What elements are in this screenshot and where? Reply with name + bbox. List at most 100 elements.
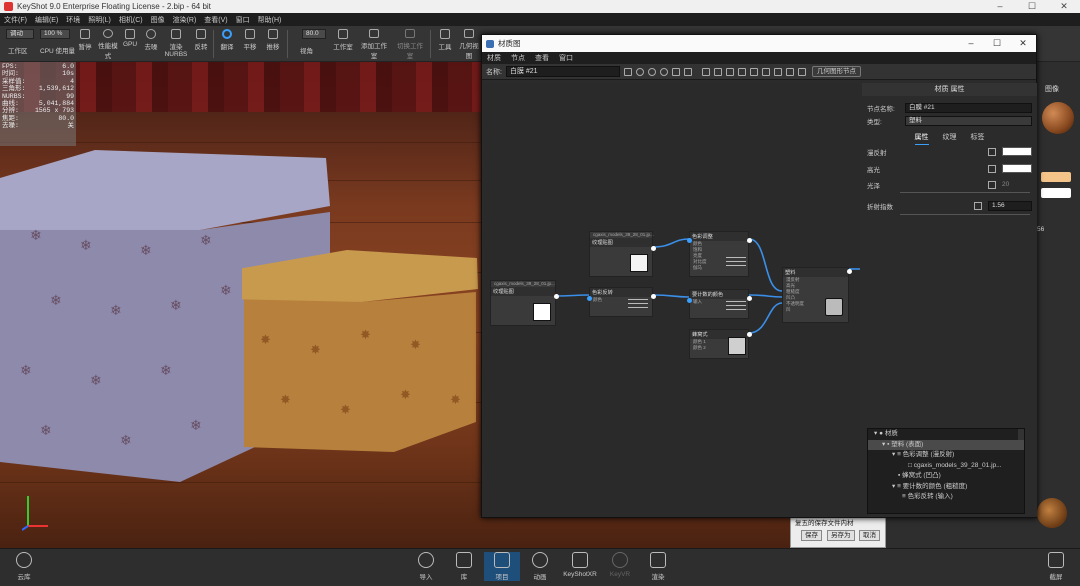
color-invert-node[interactable]: 色彩反转 颜色	[587, 287, 656, 317]
save-as-button[interactable]: 另存为	[827, 530, 855, 541]
swap-icon[interactable]	[797, 67, 806, 76]
output-port[interactable]	[847, 269, 852, 274]
input-port[interactable]	[687, 238, 692, 243]
menu-edit[interactable]: 编辑(E)	[31, 15, 62, 25]
studio-button[interactable]: 工作室	[330, 28, 356, 60]
specular-color-swatch[interactable]	[1002, 164, 1032, 173]
maximize-icon[interactable]: ☐	[984, 38, 1010, 49]
menu-image[interactable]: 图像	[147, 15, 169, 25]
warning-icon[interactable]	[683, 67, 692, 76]
add-studio-button[interactable]: 添加工作室	[360, 28, 388, 60]
checker-icon[interactable]	[988, 164, 996, 173]
keyshotxr-button[interactable]: KeyShotXR	[562, 552, 598, 578]
maximize-icon[interactable]: ☐	[1016, 1, 1048, 12]
save-button[interactable]: 保存	[801, 530, 822, 541]
tree-scrollbar[interactable]	[1018, 429, 1024, 440]
close-icon[interactable]: ✕	[1010, 38, 1036, 49]
tab-textures[interactable]: 纹理	[943, 132, 957, 145]
tree-item[interactable]: ▾ ▪ 塑料 (表面)	[868, 439, 1024, 450]
input-port[interactable]	[587, 296, 592, 301]
menu-lighting[interactable]: 照明(L)	[84, 15, 115, 25]
ior-slider[interactable]	[900, 214, 1030, 215]
texture-map-node-1[interactable]: cgaxis_models_39_28_01.jp... 纹理贴图	[490, 280, 559, 326]
target-icon[interactable]	[659, 67, 668, 76]
node-name-input[interactable]: 白膜 #21	[905, 102, 1032, 113]
menu-window[interactable]: 窗口	[554, 53, 578, 63]
menu-node[interactable]: 节点	[506, 53, 530, 63]
ior-input[interactable]: 1.56	[988, 200, 1032, 211]
switch-studio-button[interactable]: 切换工作室	[396, 28, 424, 60]
output-port[interactable]	[747, 238, 752, 243]
menu-window[interactable]: 窗口	[232, 15, 254, 25]
animation-button[interactable]: 动画	[522, 552, 558, 581]
arrange-icon[interactable]	[749, 67, 758, 76]
color-swatch-white[interactable]	[1041, 188, 1071, 198]
geometry-view-button[interactable]: 几何视图	[458, 28, 480, 60]
node-remove-icon[interactable]	[725, 67, 734, 76]
tab-labels[interactable]: 标签	[971, 132, 985, 145]
tree-item[interactable]: ▾ ≡ 色彩调整 (漫反射)	[868, 450, 1024, 461]
mode-select[interactable]: 调动	[6, 29, 34, 39]
invert-button[interactable]: 反转	[192, 28, 210, 60]
menu-view[interactable]: 查看	[530, 53, 554, 63]
color-swatch-tan[interactable]	[1041, 172, 1071, 182]
geometry-node-button[interactable]: 几何图形节点	[811, 66, 861, 77]
perspective-label[interactable]: 视角	[300, 45, 313, 55]
sliders-icon[interactable]	[988, 147, 996, 156]
workspace-label[interactable]: 工作区	[8, 45, 28, 55]
grid-icon[interactable]	[671, 67, 680, 76]
tree-item[interactable]: ≡ 色彩反转 (输入)	[868, 492, 1024, 503]
pause-button[interactable]: 暂停	[76, 28, 94, 60]
project-button[interactable]: 项目	[484, 552, 520, 581]
output-port[interactable]	[554, 294, 559, 299]
node-add-icon[interactable]	[713, 67, 722, 76]
tree-item[interactable]: ▪ 蜂窝式 (凹凸)	[868, 471, 1024, 482]
keyvr-button[interactable]: KeyVR	[602, 552, 638, 578]
dolly-button[interactable]: 推移	[263, 28, 283, 60]
menu-help[interactable]: 帮助(H)	[254, 15, 286, 25]
fit-icon[interactable]	[761, 67, 770, 76]
tools-button[interactable]: 工具	[435, 28, 455, 60]
tree-item[interactable]: ▾ ≡ 要计数的颜色 (粗糙度)	[868, 482, 1024, 493]
material-preview-ball[interactable]	[1042, 102, 1074, 134]
sphere-icon[interactable]	[647, 67, 656, 76]
texture-map-node-2[interactable]: cgaxis_models_39_28_01.jp... 纹理贴图	[589, 231, 656, 277]
tree-item[interactable]: ▾ ● 材质	[868, 429, 1024, 440]
type-select[interactable]: 塑料	[905, 115, 1032, 126]
cloud-library-button[interactable]: 云库	[6, 552, 42, 581]
render-button[interactable]: 渲染	[640, 552, 676, 581]
fov-input[interactable]: 80.0	[302, 29, 326, 39]
roughness-value[interactable]: 20	[1002, 181, 1032, 188]
denoise-button[interactable]: 去噪	[142, 28, 160, 60]
tree-item[interactable]: □ cgaxis_models_39_28_01.jp...	[868, 461, 1024, 472]
pan-button[interactable]: 平移	[240, 28, 260, 60]
image-tab[interactable]: 图像	[1045, 84, 1059, 94]
menu-view[interactable]: 查看(V)	[200, 15, 231, 25]
tumble-button[interactable]: 翻译	[217, 28, 237, 60]
cellular-node[interactable]: 蜂窝式 颜色 1 颜色 2	[689, 329, 752, 359]
roughness-slider[interactable]	[900, 192, 1030, 193]
plastic-material-node[interactable]: 塑料 漫反射 高光 粗糙度 凹凸 不透明度 凹	[782, 267, 852, 323]
output-port[interactable]	[651, 294, 656, 299]
menu-render[interactable]: 渲染(R)	[169, 15, 201, 25]
tab-properties[interactable]: 属性	[914, 132, 929, 145]
menu-file[interactable]: 文件(F)	[0, 15, 31, 25]
material-thumbnail[interactable]	[1037, 498, 1067, 528]
performance-mode-button[interactable]: 性能模式	[98, 28, 118, 60]
menu-material[interactable]: 材质	[482, 53, 506, 63]
delete-icon[interactable]	[785, 67, 794, 76]
output-port[interactable]	[747, 332, 752, 337]
circle-icon[interactable]	[635, 67, 644, 76]
cancel-button[interactable]: 取消	[859, 530, 880, 541]
diffuse-color-swatch[interactable]	[1002, 147, 1032, 156]
minimize-icon[interactable]: –	[958, 38, 984, 49]
node-icon[interactable]	[701, 67, 710, 76]
menu-environment[interactable]: 环境	[62, 15, 84, 25]
library-button[interactable]: 库	[446, 552, 482, 581]
material-name-input[interactable]: 白膜 #21	[505, 66, 620, 77]
node-graph-canvas[interactable]: cgaxis_models_39_28_01.jp... 纹理贴图 cgaxis…	[483, 83, 860, 517]
render-nurbs-button[interactable]: 渲染 NURBS	[164, 28, 188, 60]
color-adjust-node[interactable]: 色彩调整 颜色 饱和 亮度 对比度 伽马	[687, 231, 752, 277]
output-port[interactable]	[747, 296, 752, 301]
cpu-usage-label[interactable]: CPU 使用量	[40, 45, 75, 55]
